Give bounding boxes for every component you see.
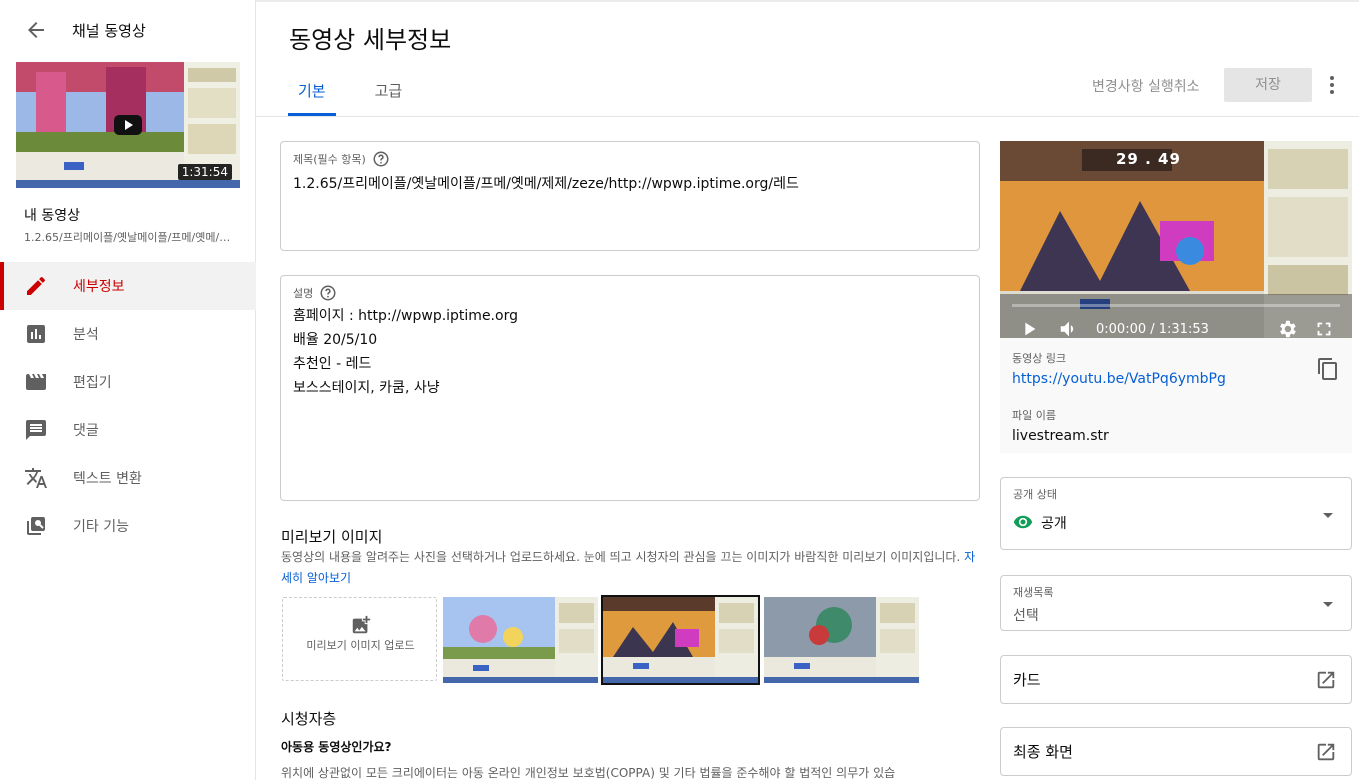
visibility-select[interactable]: 공개 상태 공개 <box>1000 477 1352 550</box>
thumbnail-option-2-selected[interactable] <box>601 595 760 685</box>
thumbnail-image <box>764 597 919 683</box>
description-line: 배율 20/5/10 <box>293 332 378 348</box>
visibility-value: 공개 <box>1041 516 1067 532</box>
file-name-value: livestream.str <box>1012 428 1109 444</box>
help-icon[interactable] <box>319 284 337 302</box>
play-icon[interactable] <box>1018 318 1040 338</box>
sidebar-item-comments[interactable]: 댓글 <box>0 406 256 454</box>
audience-heading: 시청자층 <box>281 710 337 728</box>
thumbnail-description: 동영상의 내용을 알려주는 사진을 선택하거나 업로드하세요. 눈에 띄고 시청… <box>281 547 981 589</box>
my-video-title: 내 동영상 <box>24 208 80 224</box>
end-screen-label: 최종 화면 <box>1013 743 1073 761</box>
title-input[interactable]: 1.2.65/프리메이플/옛날메이플/프메/옛메/제제/zeze/http://… <box>293 173 799 193</box>
thumbnail-duration: 1:31:54 <box>177 164 232 180</box>
eye-icon <box>1013 515 1033 529</box>
thumbnail-option-3[interactable] <box>764 597 919 683</box>
video-player[interactable]: 29 . 49 0:00:00 / 1:31:53 <box>1000 141 1352 338</box>
header-divider <box>256 116 1359 117</box>
title-field-label: 제목(필수 항목) <box>293 150 390 168</box>
description-field[interactable]: 설명 홈페이지 : http://wpwp.iptime.org 배율 20/5… <box>280 275 980 501</box>
sidebar-item-label: 편집기 <box>73 375 112 391</box>
description-line: 보스스테이지, 카쿰, 사냥 <box>293 380 440 396</box>
tab-advanced[interactable]: 고급 <box>365 70 413 116</box>
description-label-text: 설명 <box>293 287 314 300</box>
tab-bar: 기본 고급 <box>288 70 441 116</box>
description-line: 홈페이지 : http://wpwp.iptime.org <box>293 308 518 324</box>
thumbnail-image <box>443 597 598 683</box>
visibility-label: 공개 상태 <box>1013 488 1057 501</box>
video-preview-card: 29 . 49 0:00:00 / 1:31:53 동영상 링크 https:/… <box>1000 141 1352 453</box>
sidebar-item-editor[interactable]: 편집기 <box>0 358 256 406</box>
description-input[interactable]: 홈페이지 : http://wpwp.iptime.org 배율 20/5/10… <box>293 306 518 402</box>
sidebar-item-label: 세부정보 <box>73 279 125 295</box>
playlist-label: 재생목록 <box>1013 586 1054 599</box>
page-title: 동영상 세부정보 <box>289 26 452 54</box>
dropdown-caret-icon <box>1323 602 1333 607</box>
more-options-icon[interactable] <box>1320 73 1344 97</box>
fullscreen-icon[interactable] <box>1313 318 1335 338</box>
thumbnail-option-1[interactable] <box>443 597 598 683</box>
sidebar-item-transcription[interactable]: 텍스트 변환 <box>0 454 256 502</box>
open-in-new-icon <box>1317 743 1335 761</box>
other-features-icon <box>27 517 45 535</box>
progress-bar[interactable] <box>1012 304 1340 307</box>
back-label[interactable]: 채널 동영상 <box>72 20 146 41</box>
open-in-new-icon <box>1317 671 1335 689</box>
pencil-icon <box>27 276 45 295</box>
player-controls: 0:00:00 / 1:31:53 <box>1000 294 1352 338</box>
editor-clapper-icon <box>26 374 46 390</box>
sidebar-item-label: 분석 <box>73 327 99 343</box>
sidebar-item-label: 텍스트 변환 <box>73 471 142 487</box>
audience-legal-text: 위치에 상관없이 모든 크리에이터는 아동 온라인 개인정보 보호법(COPPA… <box>281 766 896 780</box>
play-badge-icon <box>114 115 142 135</box>
tab-basic[interactable]: 기본 <box>288 70 336 116</box>
audience-question: 아동용 동영상인가요? <box>281 740 392 754</box>
file-name-label: 파일 이름 <box>1012 409 1056 422</box>
thumbnail-desc-text: 동영상의 내용을 알려주는 사진을 선택하거나 업로드하세요. 눈에 띄고 시청… <box>281 550 961 564</box>
sidebar-item-other-features[interactable]: 기타 기능 <box>0 502 256 550</box>
sidebar-video-thumbnail[interactable]: 1:31:54 <box>16 62 240 188</box>
sidebar-nav: 세부정보 분석 편집기 댓글 텍스트 변환 기타 기능 <box>0 262 256 550</box>
comments-icon <box>26 420 46 440</box>
my-video-subtitle: 1.2.65/프리메이플/옛날메이플/프메/옛메/제제/zeze/http://… <box>24 231 234 244</box>
save-button[interactable]: 저장 <box>1224 68 1312 102</box>
title-label-text: 제목(필수 항목) <box>293 153 366 166</box>
add-photo-icon <box>352 615 371 634</box>
sidebar-item-details[interactable]: 세부정보 <box>0 262 256 310</box>
description-line: 추천인 - 레드 <box>293 356 372 372</box>
arrow-back-icon[interactable] <box>24 18 48 42</box>
thumbnail-image <box>603 597 758 683</box>
video-link[interactable]: https://youtu.be/VatPq6ymbPg <box>1012 371 1226 387</box>
player-time: 0:00:00 / 1:31:53 <box>1096 322 1209 337</box>
title-field[interactable]: 제목(필수 항목) 1.2.65/프리메이플/옛날메이플/프메/옛메/제제/ze… <box>280 141 980 251</box>
back-to-channel-videos[interactable]: 채널 동영상 <box>0 0 256 58</box>
cards-button[interactable]: 카드 <box>1000 655 1352 704</box>
description-field-label: 설명 <box>293 284 337 302</box>
upload-thumbnail-button[interactable]: 미리보기 이미지 업로드 <box>282 597 437 681</box>
volume-icon[interactable] <box>1058 318 1080 338</box>
sidebar-item-analytics[interactable]: 분석 <box>0 310 256 358</box>
sidebar-item-label: 댓글 <box>73 423 99 439</box>
upload-thumbnail-label: 미리보기 이미지 업로드 <box>306 639 415 652</box>
settings-gear-icon[interactable] <box>1276 318 1298 338</box>
sidebar: 채널 동영상 1:31:54 내 동영상 1.2.65/프리메이플/옛날메이플/… <box>0 0 256 780</box>
dropdown-caret-icon <box>1323 513 1333 518</box>
sidebar-item-label: 기타 기능 <box>73 519 129 535</box>
undo-changes-button[interactable]: 변경사항 실행취소 <box>1092 76 1200 96</box>
player-score: 29 . 49 <box>1116 150 1181 168</box>
analytics-icon <box>27 325 45 343</box>
end-screen-button[interactable]: 최종 화면 <box>1000 727 1352 776</box>
help-icon[interactable] <box>372 150 390 168</box>
playlist-select[interactable]: 재생목록 선택 <box>1000 575 1352 631</box>
translate-icon <box>25 468 47 488</box>
thumbnail-heading: 미리보기 이미지 <box>281 528 383 546</box>
copy-icon[interactable] <box>1316 357 1340 381</box>
cards-label: 카드 <box>1013 671 1041 689</box>
video-link-label: 동영상 링크 <box>1012 352 1067 365</box>
playlist-value: 선택 <box>1013 608 1039 624</box>
